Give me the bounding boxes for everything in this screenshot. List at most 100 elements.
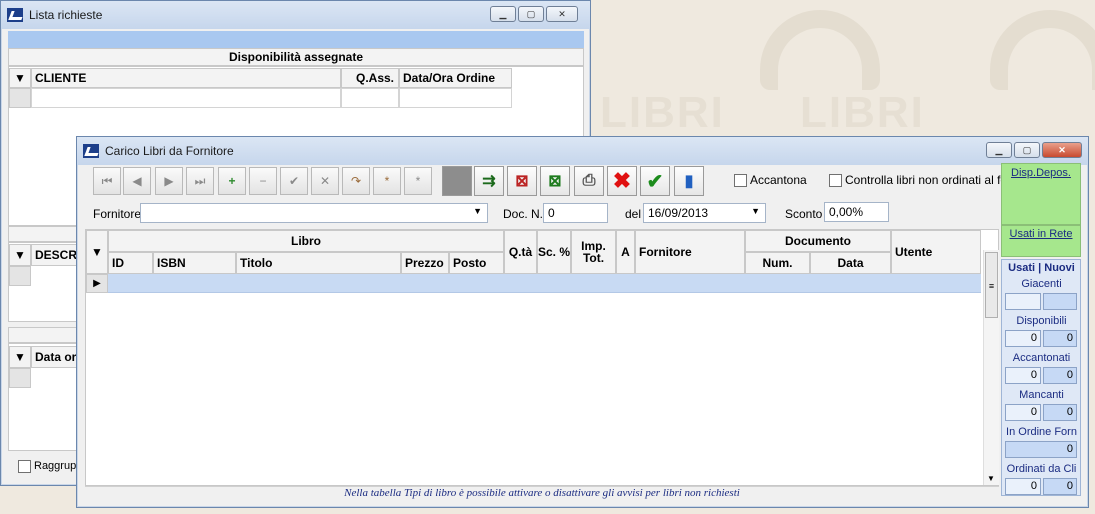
chevron-down-icon[interactable]: ▼: [751, 206, 760, 216]
section-strip: [8, 226, 83, 242]
maximize-button[interactable]: ▢: [518, 6, 544, 22]
accantonati-label: Accantonati: [1012, 352, 1071, 364]
controlla-checkbox[interactable]: [829, 174, 842, 187]
accantonati-nuovi-value: 0: [1043, 367, 1077, 384]
col-data-ora[interactable]: Data/Ora Ordine: [399, 68, 512, 88]
confirm-button[interactable]: ✔: [280, 167, 308, 195]
usati-rete-link[interactable]: Usati in Rete: [1002, 228, 1080, 240]
group-documento: Documento: [745, 230, 891, 252]
fornitore-dropdown[interactable]: ▼: [140, 203, 488, 223]
watermark-logo: [990, 10, 1095, 90]
row-indicator-icon[interactable]: ▶: [86, 274, 108, 293]
usati-rete-panel[interactable]: Usati in Rete: [1001, 225, 1081, 257]
col-qta[interactable]: Q.tà: [504, 230, 537, 274]
col-sconto[interactable]: Sc. %: [537, 230, 571, 274]
chevron-down-icon[interactable]: ▼: [86, 230, 108, 274]
col-cliente[interactable]: CLIENTE: [31, 68, 341, 88]
mancanti-label: Mancanti: [1019, 389, 1064, 401]
col-id[interactable]: ID: [108, 252, 153, 274]
clear-bookmark-button[interactable]: *: [404, 167, 432, 195]
table-cell[interactable]: [399, 88, 512, 108]
col-utente[interactable]: Utente: [891, 230, 981, 274]
chevron-down-icon[interactable]: ▼: [473, 206, 482, 216]
titlebar[interactable]: Lista richieste ▁ ▢ ✕: [1, 1, 590, 29]
import-icon[interactable]: ⇉: [474, 166, 504, 196]
fornitore-label: Fornitore: [93, 207, 142, 221]
giacenti-usati-value: [1005, 293, 1041, 310]
chevron-down-icon[interactable]: ▼: [9, 244, 31, 266]
window-carico-libri[interactable]: Carico Libri da Fornitore ▁ ▢ ✕ ⏮ ◀ ▶ ⏭ …: [76, 136, 1089, 508]
app-icon: [7, 8, 23, 22]
giacenti-nuovi-value: [1043, 293, 1077, 310]
row-selector[interactable]: [9, 266, 31, 286]
date-picker[interactable]: 16/09/2013 ▼: [643, 203, 766, 223]
disponibili-label: Disponibili: [1016, 315, 1067, 327]
watermark-logo: [760, 10, 880, 90]
table-cell[interactable]: [31, 88, 341, 108]
chevron-down-icon[interactable]: ▼: [987, 474, 995, 483]
raggruppa-checkbox[interactable]: [18, 460, 31, 473]
scrollbar-thumb[interactable]: ≡: [985, 252, 998, 318]
accantona-checkbox[interactable]: [734, 174, 747, 187]
accantona-label: Accantona: [750, 173, 807, 187]
col-prezzo[interactable]: Prezzo: [401, 252, 449, 274]
mancanti-usati-value: 0: [1005, 404, 1041, 421]
add-record-button[interactable]: +: [218, 167, 246, 195]
table-cell[interactable]: [341, 88, 399, 108]
printer-icon[interactable]: ⎙: [574, 166, 604, 196]
col-fornitore[interactable]: Fornitore: [635, 230, 745, 274]
first-record-button[interactable]: ⏮: [93, 167, 121, 195]
refresh-button[interactable]: ↷: [342, 167, 370, 195]
next-record-button[interactable]: ▶: [155, 167, 183, 195]
disp-depos-panel[interactable]: Disp.Depos.: [1001, 163, 1081, 225]
titlebar[interactable]: Carico Libri da Fornitore ▁ ▢ ✕: [77, 137, 1088, 165]
col-isbn[interactable]: ISBN: [153, 252, 236, 274]
section-strip: [8, 327, 83, 343]
confirm-check-icon[interactable]: ✔: [640, 166, 670, 196]
stop-button[interactable]: [442, 166, 472, 196]
close-button[interactable]: ✕: [546, 6, 578, 22]
del-label: del: [625, 207, 642, 221]
row-selector[interactable]: [9, 368, 31, 388]
vertical-scrollbar[interactable]: ≡ ▼: [983, 250, 999, 485]
delete-record-button[interactable]: −: [249, 167, 277, 195]
doc-number-input[interactable]: 0: [543, 203, 608, 223]
raggruppa-label: Raggrup: [34, 460, 77, 472]
disp-depos-link[interactable]: Disp.Depos.: [1002, 167, 1080, 179]
bookmark-button[interactable]: *: [373, 167, 401, 195]
window-title: Lista richieste: [29, 8, 103, 22]
in-ordine-value: 0: [1005, 441, 1077, 458]
export-excel-icon[interactable]: ⊠: [507, 166, 537, 196]
row-selector[interactable]: [9, 88, 31, 108]
minimize-button[interactable]: ▁: [986, 142, 1012, 158]
disponibili-usati-value: 0: [1005, 330, 1041, 347]
excel-icon[interactable]: ⊠: [540, 166, 570, 196]
cancel-button[interactable]: ✕: [311, 167, 339, 195]
col-titolo[interactable]: Titolo: [236, 252, 401, 274]
col-imp-tot[interactable]: Imp. Tot.: [571, 230, 616, 274]
col-a[interactable]: A: [616, 230, 635, 274]
section-header: Disponibilità assegnate: [8, 48, 584, 66]
close-button[interactable]: ✕: [1042, 142, 1082, 158]
col-qass[interactable]: Q.Ass.: [341, 68, 399, 88]
col-posto[interactable]: Posto: [449, 252, 504, 274]
col-data[interactable]: Data: [810, 252, 891, 274]
group-libro: Libro: [108, 230, 504, 252]
exit-door-icon[interactable]: ▮: [674, 166, 704, 196]
watermark-text: LIBRI: [800, 88, 925, 137]
ordinati-nuovi-value: 0: [1043, 478, 1077, 495]
chevron-down-icon[interactable]: ▼: [9, 346, 31, 368]
chevron-down-icon[interactable]: ▼: [9, 68, 31, 88]
delete-icon[interactable]: ✖: [607, 166, 637, 196]
maximize-button[interactable]: ▢: [1014, 142, 1040, 158]
controlla-label: Controlla libri non ordinati al fornitor…: [845, 173, 1003, 187]
doc-label: Doc. N.: [503, 207, 544, 221]
col-num[interactable]: Num.: [745, 252, 810, 274]
prev-record-button[interactable]: ◀: [123, 167, 151, 195]
ordinati-usati-value: 0: [1005, 478, 1041, 495]
last-record-button[interactable]: ⏭: [186, 167, 214, 195]
sconto-input[interactable]: 0,00%: [824, 202, 889, 222]
minimize-button[interactable]: ▁: [490, 6, 516, 22]
table-row[interactable]: [108, 274, 981, 293]
status-bar: Nella tabella Tipi di libro è possibile …: [85, 486, 999, 501]
